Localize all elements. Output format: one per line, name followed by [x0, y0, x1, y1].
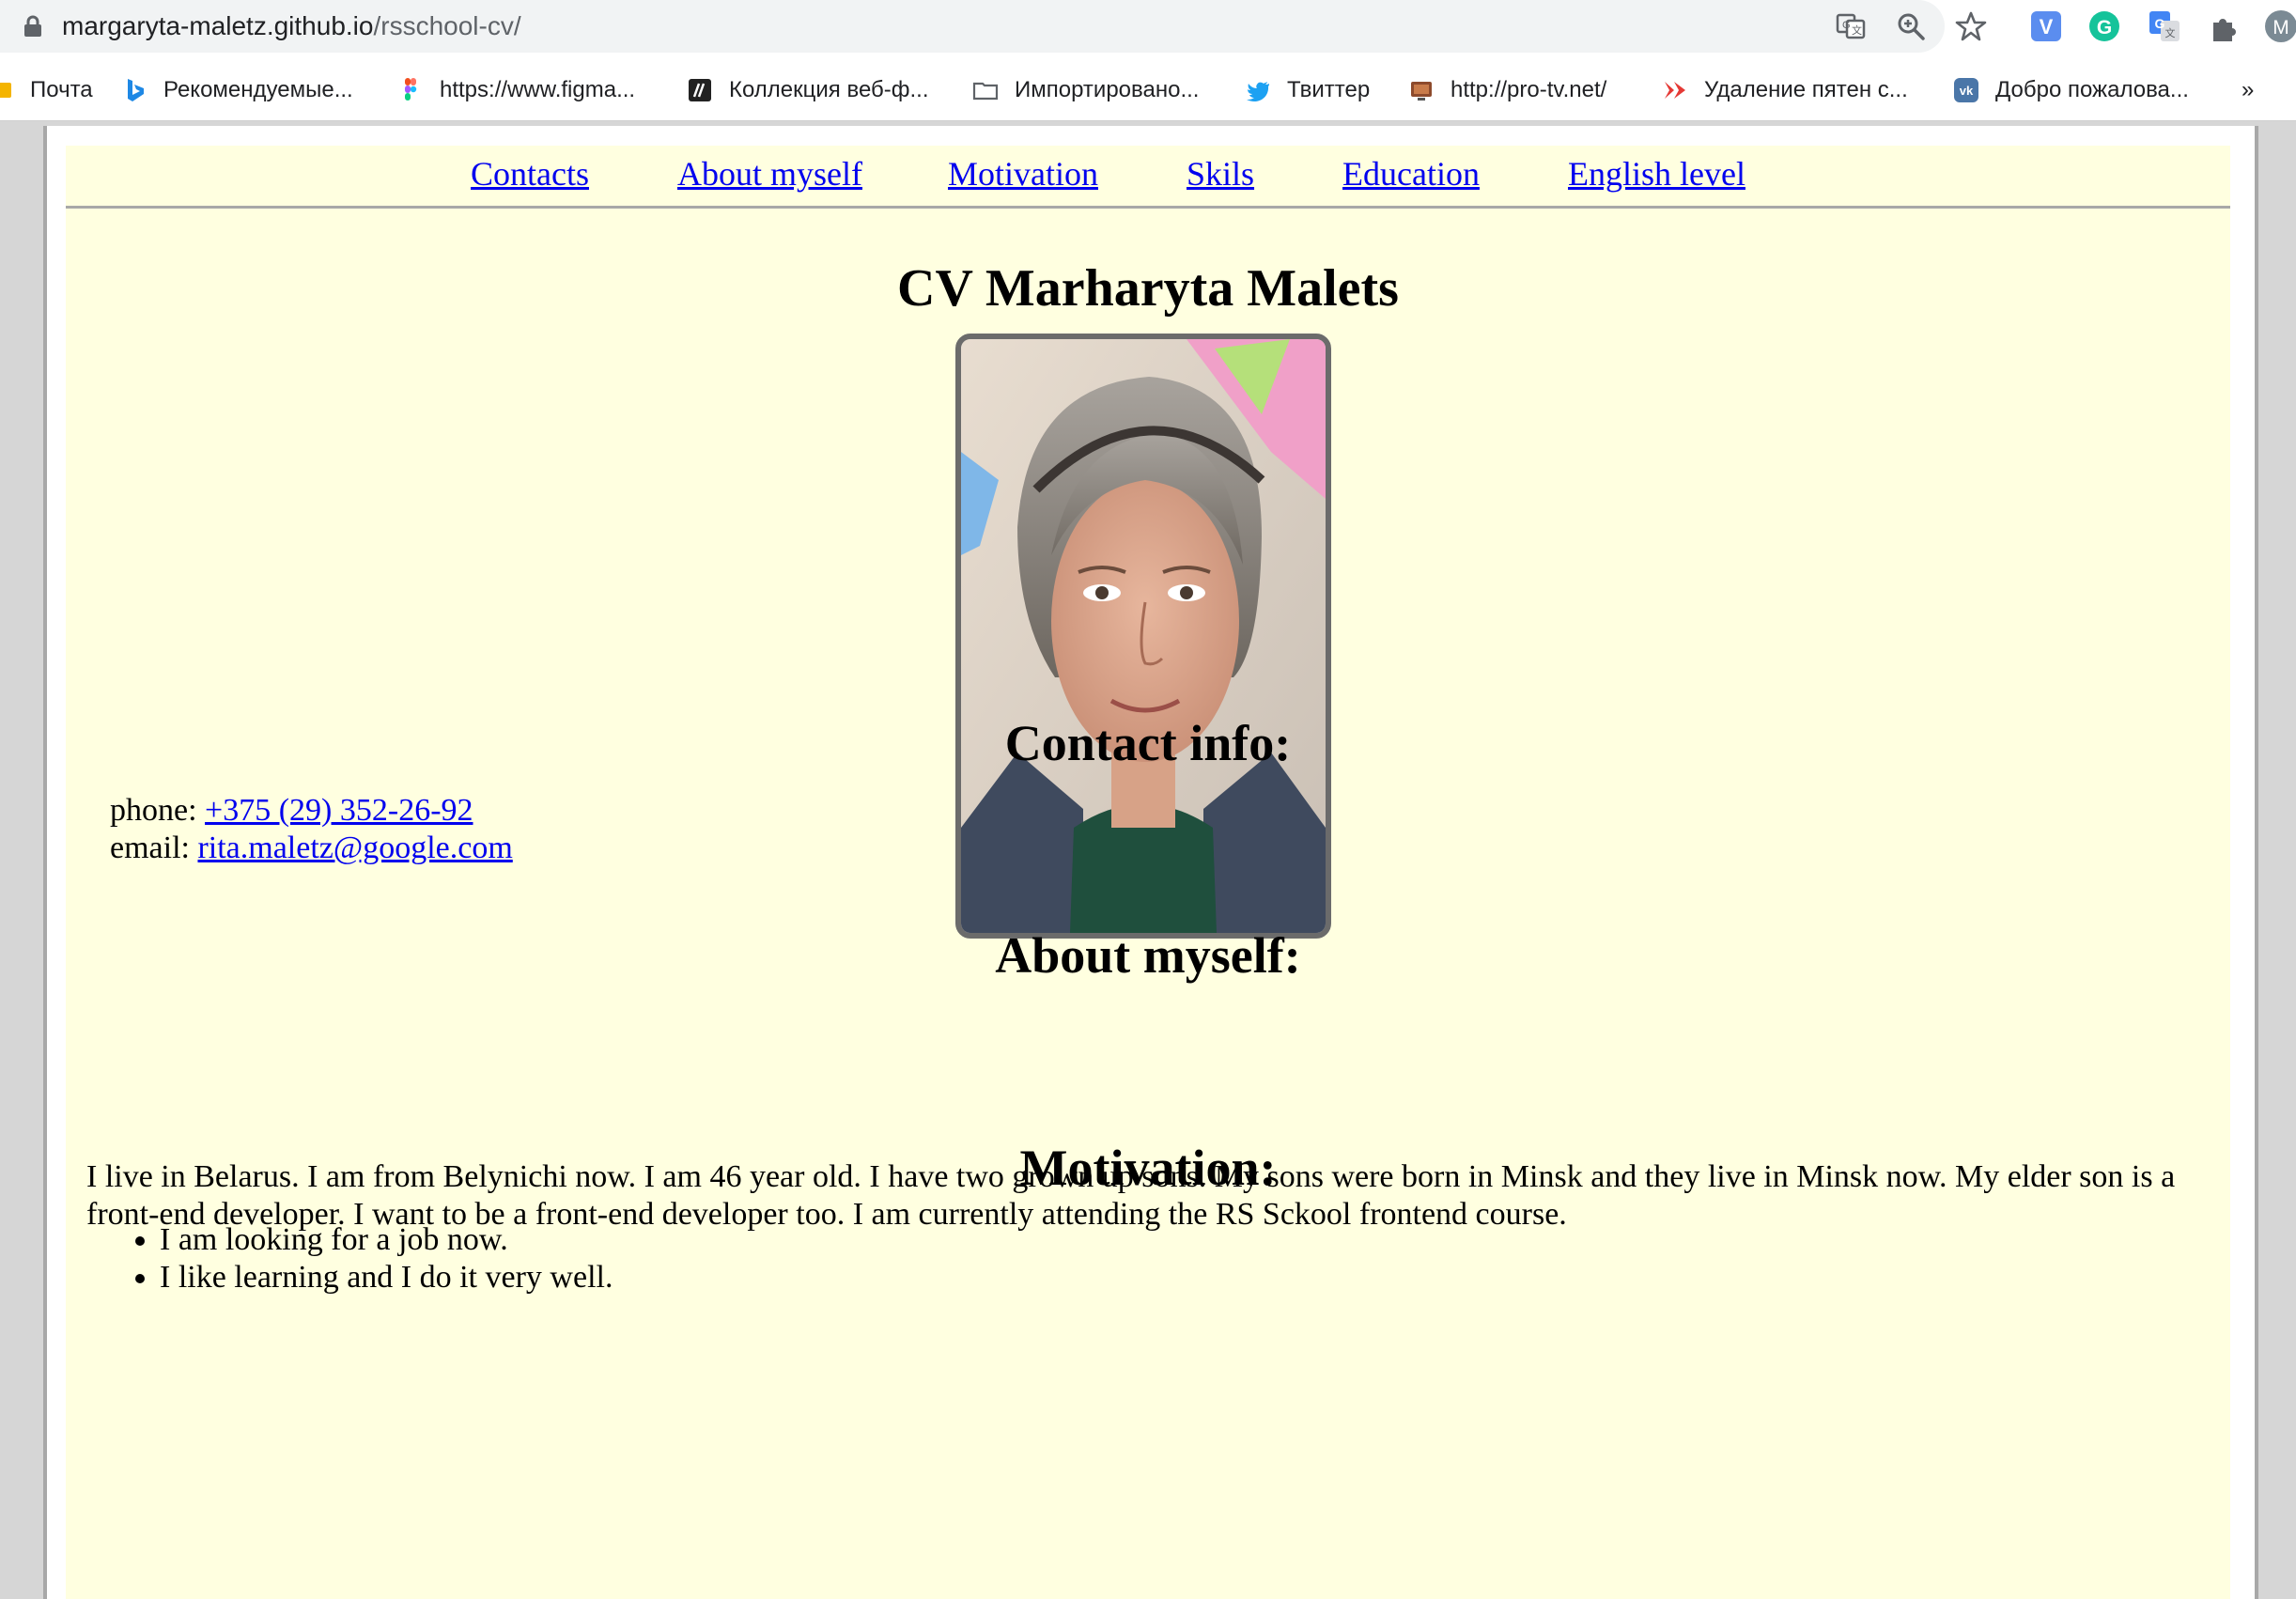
grammarly-icon[interactable]: G: [2087, 9, 2121, 43]
bookmark-web-fonts[interactable]: Коллекция веб-ф...: [686, 68, 929, 113]
motivation-list: I am looking for a job now. I like learn…: [118, 1221, 613, 1296]
extensions-puzzle-icon[interactable]: [2208, 9, 2242, 43]
phone-label: phone:: [110, 793, 197, 828]
overflow-chevron-icon: »: [2242, 77, 2255, 102]
bookmark-label: http://pro-tv.net/: [1451, 77, 1607, 102]
bookmark-figma[interactable]: https://www.figma...: [396, 68, 635, 113]
nav-link-english-level[interactable]: English level: [1568, 153, 1745, 194]
figma-icon: [405, 78, 417, 101]
extension-v-icon[interactable]: V: [2029, 9, 2063, 43]
zoom-icon[interactable]: [1894, 9, 1928, 43]
browser-chrome: margaryta-maletz.github.io/rsschool-cv/ …: [0, 0, 2296, 121]
address-bar[interactable]: margaryta-maletz.github.io/rsschool-cv/ …: [0, 0, 1945, 53]
svg-text:V: V: [2040, 15, 2054, 39]
svg-text:M: M: [2273, 17, 2289, 39]
email-line: email: rita.maletz@google.com: [110, 830, 513, 867]
url-text[interactable]: margaryta-maletz.github.io/rsschool-cv/: [62, 8, 521, 44]
bookmark-mail[interactable]: Почта: [0, 68, 93, 113]
email-label: email:: [110, 831, 190, 865]
bookmark-pro-tv[interactable]: http://pro-tv.net/: [1407, 68, 1606, 113]
bookmark-label: Почта: [30, 77, 93, 102]
bookmark-vk[interactable]: vk Добро пожалова...: [1952, 68, 2189, 113]
top-navigation: Contacts About myself Motivation Skils E…: [66, 146, 2230, 209]
arrow-red-icon: [1665, 82, 1685, 99]
bookmark-label: Коллекция веб-ф...: [729, 77, 929, 102]
mail-bookmark-icon: [0, 83, 11, 98]
email-link[interactable]: rita.maletz@google.com: [197, 831, 512, 865]
lock-icon: [24, 15, 41, 37]
svg-text:文: 文: [2165, 26, 2176, 39]
bookmark-label: Удаление пятен с...: [1704, 77, 1908, 102]
nav-link-skils[interactable]: Skils: [1187, 153, 1254, 194]
svg-text:G: G: [2155, 16, 2165, 31]
bookmark-label: Твиттер: [1287, 77, 1371, 102]
portrait-image: [961, 339, 1326, 933]
about-myself-heading: About myself:: [995, 927, 1301, 984]
bookmark-label: Добро пожалова...: [1995, 77, 2189, 102]
svg-text:G: G: [1842, 20, 1851, 31]
nav-link-motivation[interactable]: Motivation: [948, 153, 1098, 194]
folder-icon: [972, 82, 999, 101]
phone-line: phone: +375 (29) 352-26-92: [110, 792, 473, 830]
webflow-icon: [689, 79, 711, 101]
chrome-divider: [0, 120, 2296, 121]
translate-icon[interactable]: G 文: [1834, 9, 1868, 43]
bookmarks-bar: Почта Рекомендуемые... https://www.figma…: [0, 68, 2296, 113]
bookmark-label: Рекомендуемые...: [163, 77, 353, 102]
list-item: I am looking for a job now.: [160, 1221, 613, 1259]
url-host: margaryta-maletz.github.io: [62, 11, 374, 40]
profile-avatar-icon[interactable]: M: [2264, 9, 2296, 43]
bookmark-stain-removal[interactable]: Удаление пятен с...: [1661, 68, 1908, 113]
nav-link-about-myself[interactable]: About myself: [677, 153, 862, 194]
profile-photo: [955, 334, 1331, 939]
page-title: CV Marharyta Malets: [897, 259, 1399, 318]
bookmark-label: Импортировано...: [1015, 77, 1200, 102]
phone-link[interactable]: +375 (29) 352-26-92: [205, 793, 473, 828]
tv-icon: [1411, 82, 1432, 101]
bookmarks-overflow-button[interactable]: »: [2242, 68, 2254, 113]
bookmark-label: https://www.figma...: [440, 77, 636, 102]
bookmark-twitter[interactable]: Твиттер: [1244, 68, 1370, 113]
nav-link-contacts[interactable]: Contacts: [471, 153, 589, 194]
bing-icon: [128, 79, 144, 101]
bookmark-recommended[interactable]: Рекомендуемые...: [120, 68, 353, 113]
contact-info-heading: Contact info:: [1004, 715, 1292, 771]
motivation-heading: Motivation:: [1019, 1140, 1277, 1196]
star-bookmark-icon[interactable]: [1954, 9, 1988, 43]
google-translate-extension-icon[interactable]: G 文: [2148, 9, 2181, 43]
bookmark-imported-folder[interactable]: Импортировано...: [971, 68, 1199, 113]
cv-page: Contacts About myself Motivation Skils E…: [66, 146, 2230, 1599]
svg-text:G: G: [2097, 17, 2112, 39]
url-path: /rsschool-cv/: [373, 11, 521, 40]
list-item: I like learning and I do it very well.: [160, 1259, 613, 1296]
svg-text:文: 文: [1852, 23, 1862, 37]
svg-text:vk: vk: [1960, 84, 1974, 98]
twitter-icon: [1247, 82, 1269, 102]
vk-icon: vk: [1954, 78, 1978, 102]
nav-link-education[interactable]: Education: [1342, 153, 1480, 194]
